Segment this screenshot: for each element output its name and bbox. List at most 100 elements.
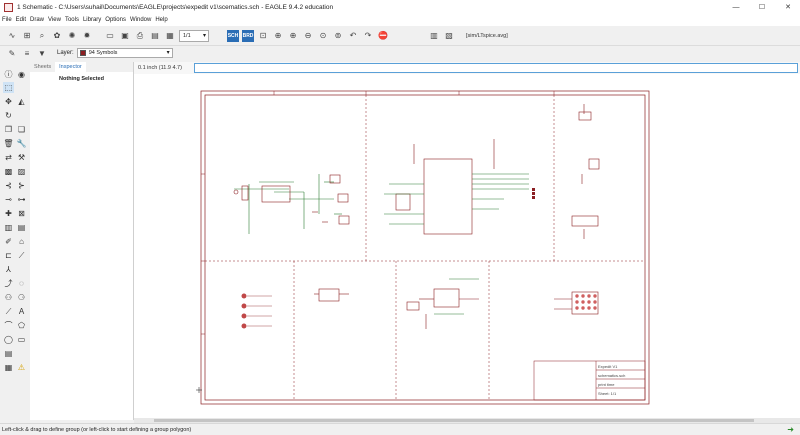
erc-icon[interactable]: ✐ <box>3 236 14 247</box>
filter-icon[interactable]: ▥ <box>428 30 440 42</box>
gear-icon[interactable]: ✹ <box>81 30 93 42</box>
close-button[interactable]: ✕ <box>776 0 800 14</box>
board-icon[interactable]: BRD <box>242 29 254 42</box>
zoom-redraw-icon[interactable]: ⊙ <box>317 30 329 42</box>
wire-icon[interactable]: ⟋ <box>3 306 14 317</box>
arc-draw-icon[interactable]: ◌ <box>16 278 27 289</box>
copy-icon[interactable]: ❐ <box>3 124 14 135</box>
menu-library[interactable]: Library <box>83 17 101 23</box>
schematic-canvas[interactable]: Expedit V1 schematics.sch print time She… <box>134 74 800 418</box>
menu-edit[interactable]: Edit <box>16 17 26 23</box>
panel-tabs: Sheets Inspector <box>30 62 133 72</box>
stop-icon[interactable]: ⛔ <box>377 30 389 42</box>
zoom-out-icon[interactable]: ⊖ <box>302 30 314 42</box>
title-block-sheet: Sheet: 1/1 <box>598 391 617 396</box>
mcu-parts <box>395 139 495 235</box>
cam-icon[interactable]: ▤ <box>149 30 161 42</box>
zoom-select-icon[interactable]: ⊕ <box>272 30 284 42</box>
info-icon[interactable]: ⓘ <box>3 69 14 80</box>
layer-label: Layer: <box>57 50 74 56</box>
redo-icon[interactable]: ↷ <box>362 30 374 42</box>
gate-icon[interactable]: ▤ <box>16 222 27 233</box>
line-style-icon[interactable]: ≡ <box>21 47 33 59</box>
zoom-fit-icon[interactable]: ⊡ <box>257 30 269 42</box>
rotate-icon[interactable]: ↻ <box>3 110 14 121</box>
draw-line-icon[interactable]: ⟋ <box>16 250 27 261</box>
sheet-select[interactable]: 1/1 <box>179 29 209 42</box>
move-icon[interactable]: ✥ <box>3 96 14 107</box>
minimize-button[interactable]: — <box>724 0 748 14</box>
arc-icon[interactable]: ⌒ <box>3 320 14 331</box>
smash-icon[interactable]: ⚒ <box>16 152 27 163</box>
mirror-icon[interactable]: ◭ <box>16 96 27 107</box>
select-icon[interactable]: ⬚ <box>3 82 14 93</box>
warning-icon[interactable]: ⚠ <box>16 362 27 373</box>
wrench-icon[interactable]: 🔧 <box>16 138 27 149</box>
grid-icon[interactable]: ⊞ <box>21 30 33 42</box>
menu-view[interactable]: View <box>48 17 61 23</box>
menu-window[interactable]: Window <box>130 17 151 23</box>
measure-icon[interactable]: ⊏ <box>3 250 14 261</box>
value-icon[interactable]: ▨ <box>16 166 27 177</box>
tab-sheets[interactable]: Sheets <box>30 62 55 72</box>
label-icon[interactable]: ⊠ <box>16 208 27 219</box>
pen-icon[interactable]: ✎ <box>6 47 18 59</box>
net-icon[interactable]: ⊸ <box>3 194 14 205</box>
menu-file[interactable]: File <box>2 17 12 23</box>
route-icon[interactable]: ⤴ <box>3 278 14 289</box>
search-icon[interactable]: ⌕ <box>36 30 48 42</box>
drc-icon[interactable]: ▦ <box>3 362 14 373</box>
menu-tools[interactable]: Tools <box>65 17 79 23</box>
print-icon[interactable]: ⎙ <box>134 30 146 42</box>
zoom-area-icon[interactable]: ⊚ <box>332 30 344 42</box>
funnel-icon[interactable]: ▼ <box>36 47 48 59</box>
layer-color-swatch <box>79 50 86 56</box>
power-circuit-nets <box>234 174 342 234</box>
miter-icon[interactable]: ⊱ <box>16 180 27 191</box>
junction-icon[interactable]: ✚ <box>3 208 14 219</box>
mcu-connector-pins <box>532 188 535 199</box>
maximize-button[interactable]: ☐ <box>750 0 774 14</box>
status-leds <box>241 293 272 329</box>
circle-icon[interactable]: ◯ <box>3 334 14 345</box>
name-icon[interactable]: ▥ <box>3 222 14 233</box>
attribute-icon[interactable]: ⅄ <box>3 264 14 275</box>
polygon-icon[interactable]: ⬠ <box>16 320 27 331</box>
ripup-icon[interactable]: ⚆ <box>16 292 27 303</box>
rectangle-icon[interactable]: ▭ <box>16 334 27 345</box>
schematic-board-icon[interactable]: SCH <box>227 29 239 42</box>
paste-icon[interactable]: ❏ <box>16 124 27 135</box>
menu-draw[interactable]: Draw <box>30 17 44 23</box>
delete-icon[interactable]: 🗑 <box>3 138 14 149</box>
layer-select[interactable]: 94 Symbols <box>76 48 173 58</box>
flower-icon[interactable]: ✿ <box>51 30 63 42</box>
eagle-app-icon <box>4 2 13 12</box>
pin-icon[interactable]: ⚇ <box>3 292 14 303</box>
split-icon[interactable]: ⊰ <box>3 180 14 191</box>
title-block-title: Expedit V1 <box>598 364 618 369</box>
save-icon[interactable]: ▣ <box>119 30 131 42</box>
menu-help[interactable]: Help <box>155 17 167 23</box>
tab-inspector[interactable]: Inspector <box>55 62 86 72</box>
menu-options[interactable]: Options <box>105 17 126 23</box>
add-part-icon[interactable]: ▩ <box>3 166 14 177</box>
tag-icon[interactable]: ⌂ <box>16 236 27 247</box>
wire-tool-icon[interactable]: ∿ <box>6 30 18 42</box>
sun-icon[interactable]: ✺ <box>66 30 78 42</box>
script-icon[interactable]: ▧ <box>443 30 455 42</box>
replace-icon[interactable]: ⇄ <box>3 152 14 163</box>
open-folder-icon[interactable]: ▭ <box>104 30 116 42</box>
go-icon[interactable]: ➜ <box>787 425 794 434</box>
scrollbar-thumb[interactable] <box>154 419 754 422</box>
bus-icon[interactable]: ⊶ <box>16 194 27 205</box>
show-icon[interactable]: ◉ <box>16 69 27 80</box>
zoom-in-icon[interactable]: ⊕ <box>287 30 299 42</box>
sheet-icon[interactable]: ▦ <box>164 30 176 42</box>
driver-nets <box>434 278 479 315</box>
frame-icon[interactable]: ▤ <box>3 348 14 359</box>
title-block <box>533 360 646 401</box>
side-panel: Sheets Inspector Nothing Selected <box>30 62 134 420</box>
command-input[interactable] <box>194 63 798 73</box>
undo-icon[interactable]: ↶ <box>347 30 359 42</box>
text-icon[interactable]: A <box>16 306 27 317</box>
